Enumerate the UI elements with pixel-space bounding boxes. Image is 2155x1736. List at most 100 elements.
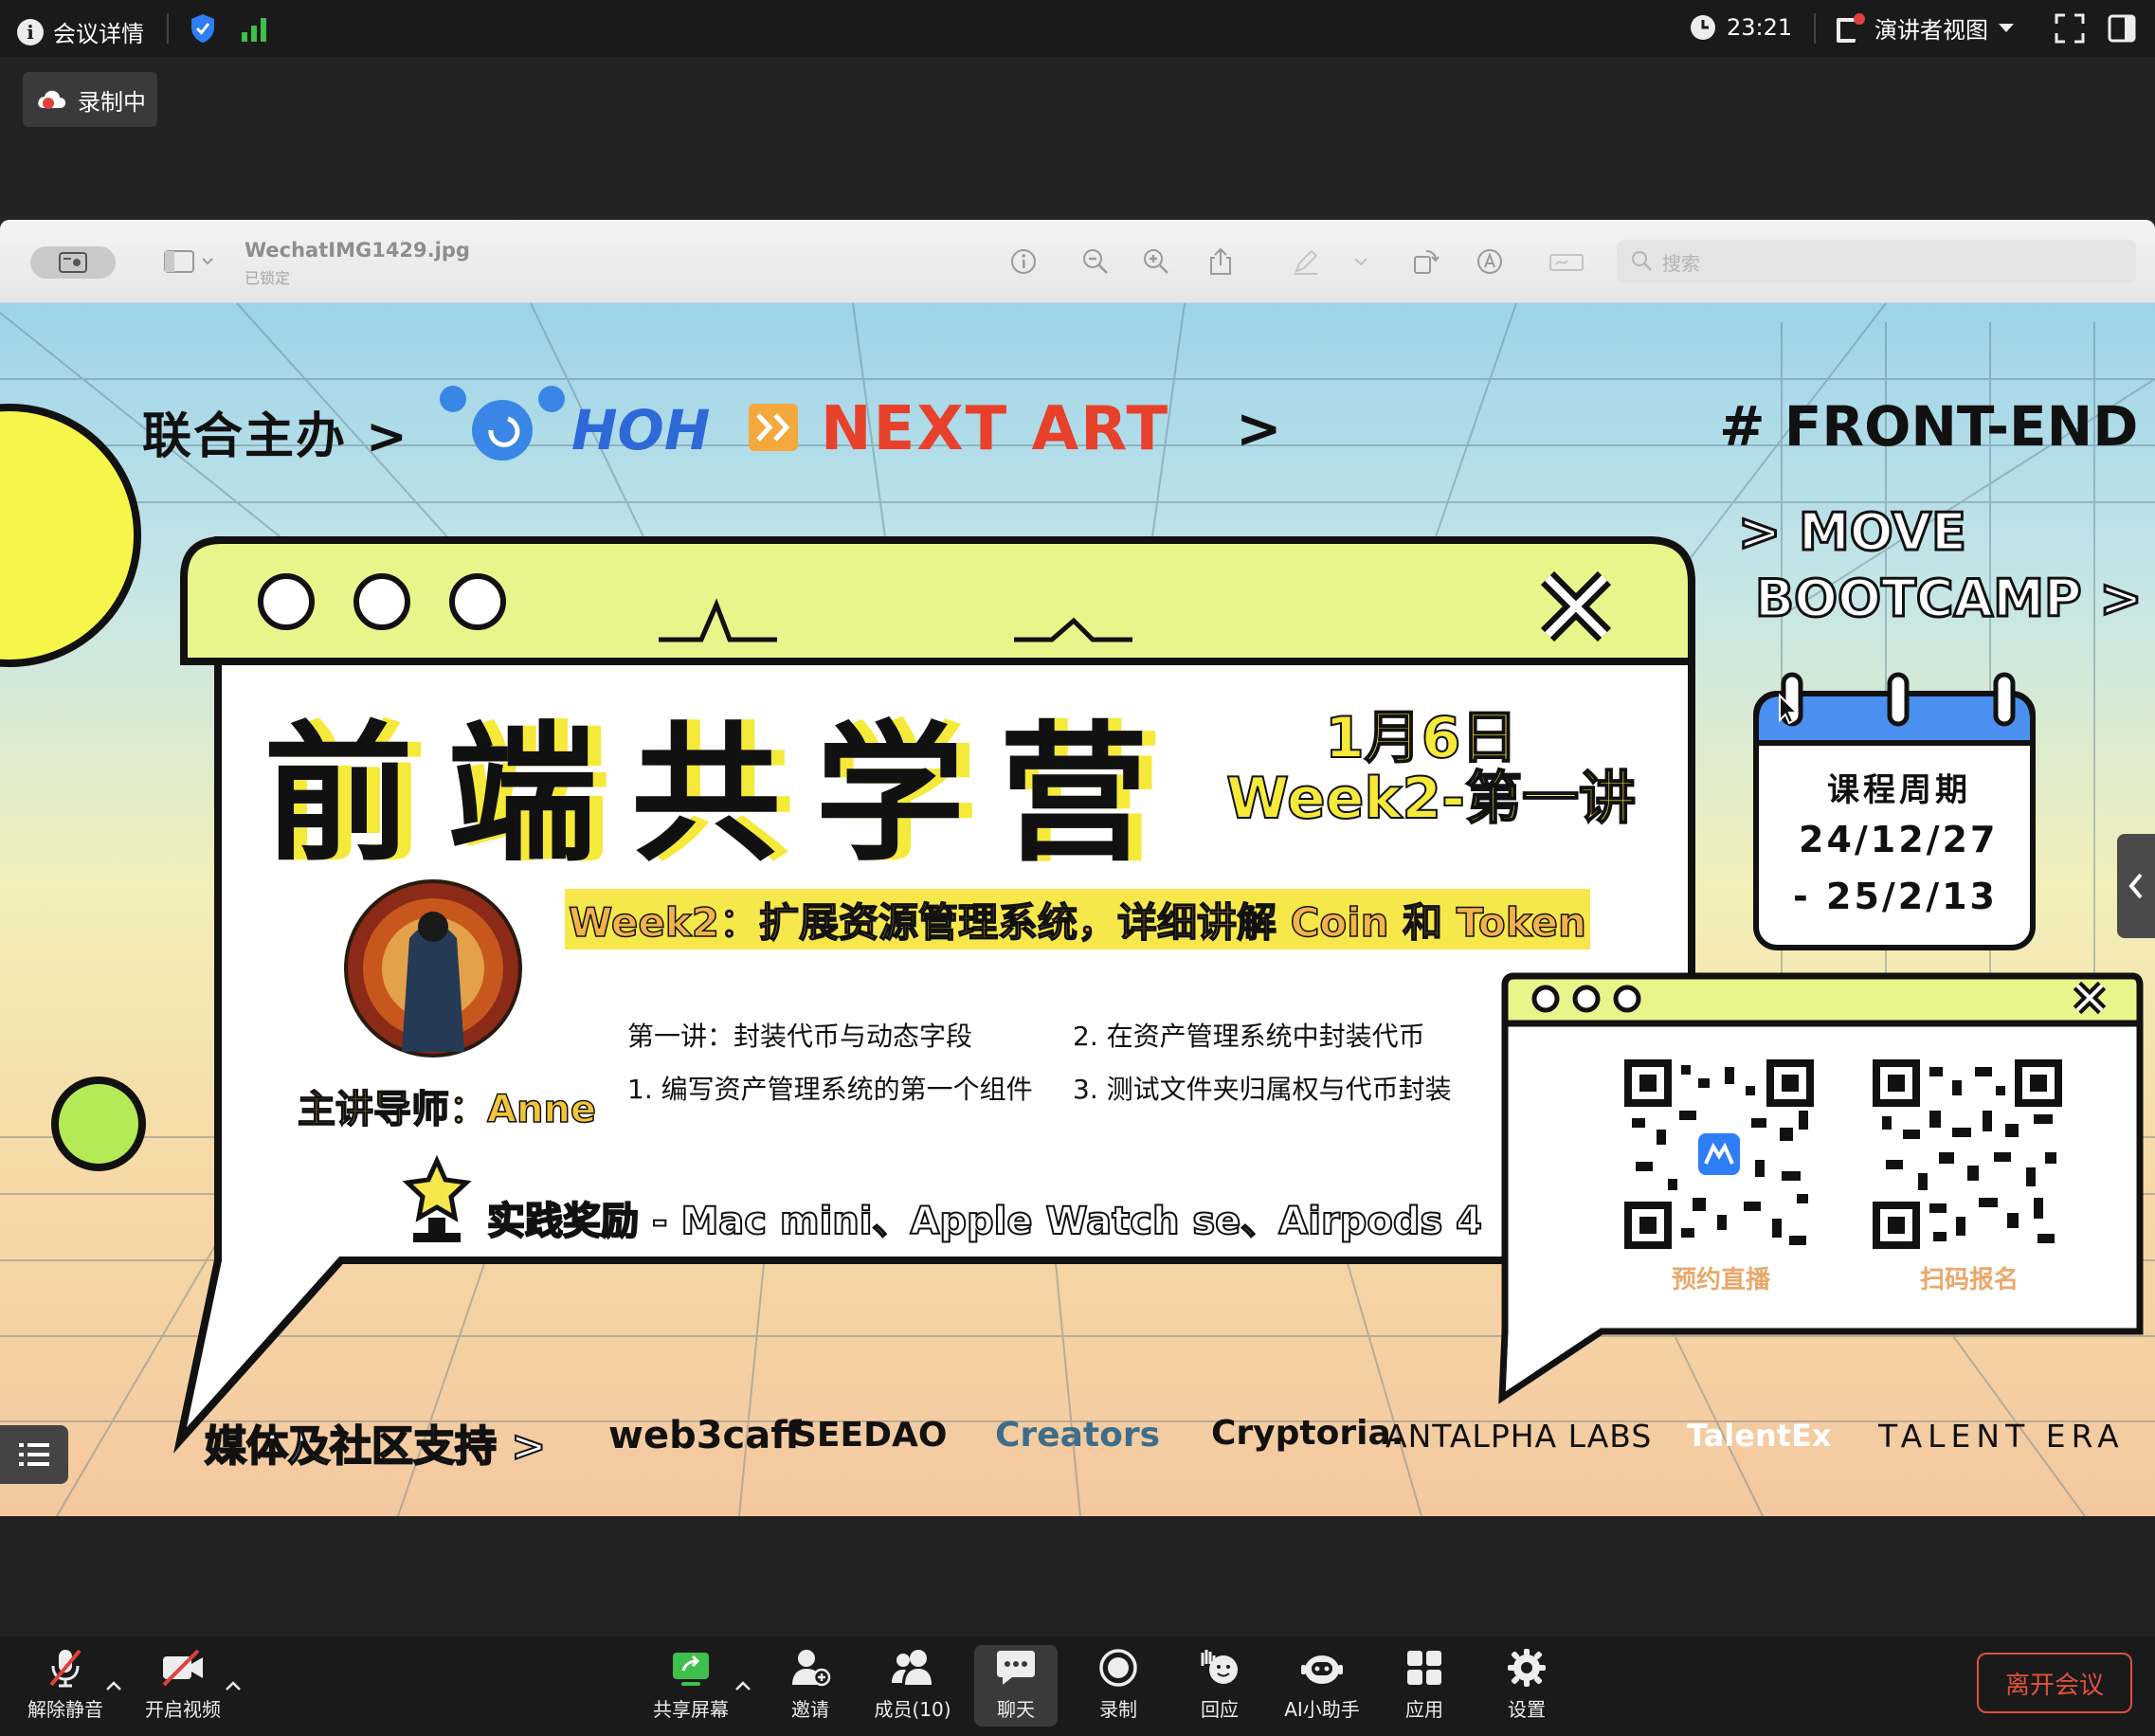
view-mode-dropdown[interactable]: 演讲者视图 — [1835, 11, 2015, 45]
speaker-view-icon — [1837, 12, 1865, 43]
side-panel-expand-tab[interactable] — [2117, 834, 2155, 938]
chevron-down-icon — [1354, 258, 1367, 266]
settings-label: 设置 — [1508, 1698, 1546, 1721]
meeting-details-label: 会议详情 — [53, 21, 144, 47]
unmute-button[interactable]: 解除静音 — [23, 1647, 108, 1723]
next-art-logo-text: NEXT ART — [821, 394, 1170, 464]
ai-assistant-label: AI小助手 — [1284, 1698, 1360, 1721]
info-icon: i — [17, 18, 44, 45]
sidebar-icon — [164, 250, 213, 273]
list-menu-button[interactable] — [0, 1425, 68, 1484]
rotate-button[interactable] — [1408, 244, 1442, 279]
clock-icon — [1691, 15, 1715, 40]
shared-image-viewer: WechatIMG1429.jpg 已锁定 搜索 联合主办 > HOH NEXT… — [0, 220, 2155, 1516]
file-name: WechatIMG1429.jpg — [244, 239, 470, 262]
start-video-button[interactable]: 开启视频 — [140, 1647, 226, 1723]
markup-button[interactable] — [1289, 244, 1323, 279]
recording-badge[interactable]: 录制中 — [23, 72, 157, 127]
sponsor-logo: web3caff — [608, 1414, 802, 1457]
chevron-up-icon[interactable] — [733, 1679, 752, 1692]
video-off-icon — [162, 1649, 203, 1687]
arrow-mark: > — [1236, 396, 1282, 461]
viewer-search-field[interactable]: 搜索 — [1617, 240, 2136, 283]
invite-label: 邀请 — [791, 1698, 829, 1721]
signature-icon — [1549, 254, 1584, 271]
reactions-icon — [1201, 1650, 1238, 1684]
chevron-up-icon[interactable] — [104, 1679, 123, 1692]
share-screen-icon — [673, 1653, 709, 1686]
qr-code-register — [1872, 1058, 2063, 1250]
ai-assistant-button[interactable]: AI小助手 — [1279, 1647, 1365, 1723]
markup-dropdown[interactable] — [1344, 244, 1378, 279]
chevron-down-icon — [1999, 23, 2014, 32]
zoom-out-button[interactable] — [1078, 244, 1113, 279]
bootcamp-tag: BOOTCAMP > — [1754, 568, 2145, 630]
chat-label: 聊天 — [997, 1698, 1035, 1721]
main-title: 前端共学营 — [263, 708, 1183, 882]
file-locked-status: 已锁定 — [244, 269, 291, 287]
leave-meeting-button[interactable]: 离开会议 — [1977, 1653, 2132, 1713]
members-label: 成员(10) — [874, 1698, 951, 1721]
record-label: 录制 — [1099, 1698, 1137, 1721]
lecture-item: 1. 编写资产管理系统的第一个组件 — [627, 1074, 1033, 1105]
slide-week: Week2-第一讲 — [1225, 765, 1637, 833]
sponsor-logo: SEEDAO — [792, 1416, 948, 1455]
members-button[interactable]: 成员(10) — [870, 1647, 955, 1723]
lecture-item: 第一讲：封装代币与动态字段 — [627, 1021, 973, 1052]
meeting-details-button[interactable]: i 会议详情 — [17, 15, 144, 48]
chat-button[interactable]: 聊天 — [973, 1647, 1059, 1723]
presenter-icon — [59, 252, 87, 273]
sponsor-logo: Creators — [995, 1416, 1161, 1455]
qr-label-live: 预约直播 — [1672, 1266, 1771, 1294]
instructor-label: 主讲导师：Anne — [297, 1087, 597, 1132]
qr-code-live — [1623, 1058, 1815, 1250]
side-panel-icon[interactable] — [2108, 13, 2138, 44]
cloud-record-icon — [38, 90, 66, 109]
window-mode-toggle[interactable] — [30, 246, 116, 279]
move-tag: > MOVE — [1737, 501, 1968, 564]
sponsor-logo: ANTALPHA LABS — [1385, 1418, 1653, 1455]
reactions-button[interactable]: 回应 — [1177, 1647, 1262, 1723]
signal-icon[interactable] — [241, 15, 269, 42]
qr-label-register: 扫码报名 — [1920, 1266, 2019, 1294]
chevron-left-icon — [2128, 873, 2143, 899]
view-mode-label: 演讲者视图 — [1874, 17, 1988, 44]
unmute-label: 解除静音 — [27, 1698, 103, 1721]
start-video-label: 开启视频 — [145, 1698, 221, 1721]
share-screen-button[interactable]: 共享屏幕 — [648, 1647, 733, 1723]
lecture-item: 2. 在资产管理系统中封装代币 — [1073, 1021, 1425, 1052]
share-button[interactable] — [1204, 244, 1238, 279]
apps-button[interactable]: 应用 — [1382, 1647, 1467, 1723]
settings-button[interactable]: 设置 — [1484, 1647, 1569, 1723]
sponsor-logo: TalentEx — [1687, 1418, 1832, 1454]
divider — [167, 13, 169, 44]
viewer-toolbar: WechatIMG1429.jpg 已锁定 搜索 — [0, 220, 2155, 303]
record-icon — [1099, 1649, 1137, 1687]
lecture-item: 3. 测试文件夹归属权与代币封装 — [1073, 1074, 1452, 1105]
front-end-tag: # FRONT-END — [1719, 394, 2139, 459]
reward-text: 实践奖励 - Mac mini、Apple Watch se、Airpods 4 — [486, 1199, 1483, 1244]
fullscreen-icon[interactable] — [2055, 13, 2085, 44]
shield-icon[interactable] — [190, 13, 216, 44]
divider — [1814, 13, 1816, 44]
chevron-up-icon[interactable] — [224, 1679, 243, 1692]
record-button[interactable]: 录制 — [1076, 1647, 1161, 1723]
apps-icon — [1407, 1651, 1441, 1685]
zoom-in-button[interactable] — [1139, 244, 1173, 279]
muted-mic-icon — [49, 1649, 81, 1688]
calendar-title: 课程周期 — [1827, 771, 1971, 809]
add-person-icon — [792, 1650, 831, 1687]
recording-label: 录制中 — [78, 88, 146, 116]
sidebar-toggle[interactable] — [159, 244, 220, 279]
signature-button[interactable] — [1547, 244, 1588, 279]
ai-assistant-icon — [1301, 1655, 1343, 1684]
annotate-icon — [1477, 249, 1502, 274]
top-bar: i 会议详情 23:21 演讲者视图 — [0, 0, 2155, 57]
clock: 23:21 — [1689, 13, 1792, 42]
zoom-out-icon — [1083, 249, 1108, 274]
invite-button[interactable]: 邀请 — [768, 1647, 853, 1723]
info-button[interactable] — [1006, 244, 1041, 279]
pen-icon — [1295, 249, 1318, 275]
hoh-logo-text: HOH — [571, 398, 711, 462]
annotate-button[interactable] — [1473, 244, 1507, 279]
